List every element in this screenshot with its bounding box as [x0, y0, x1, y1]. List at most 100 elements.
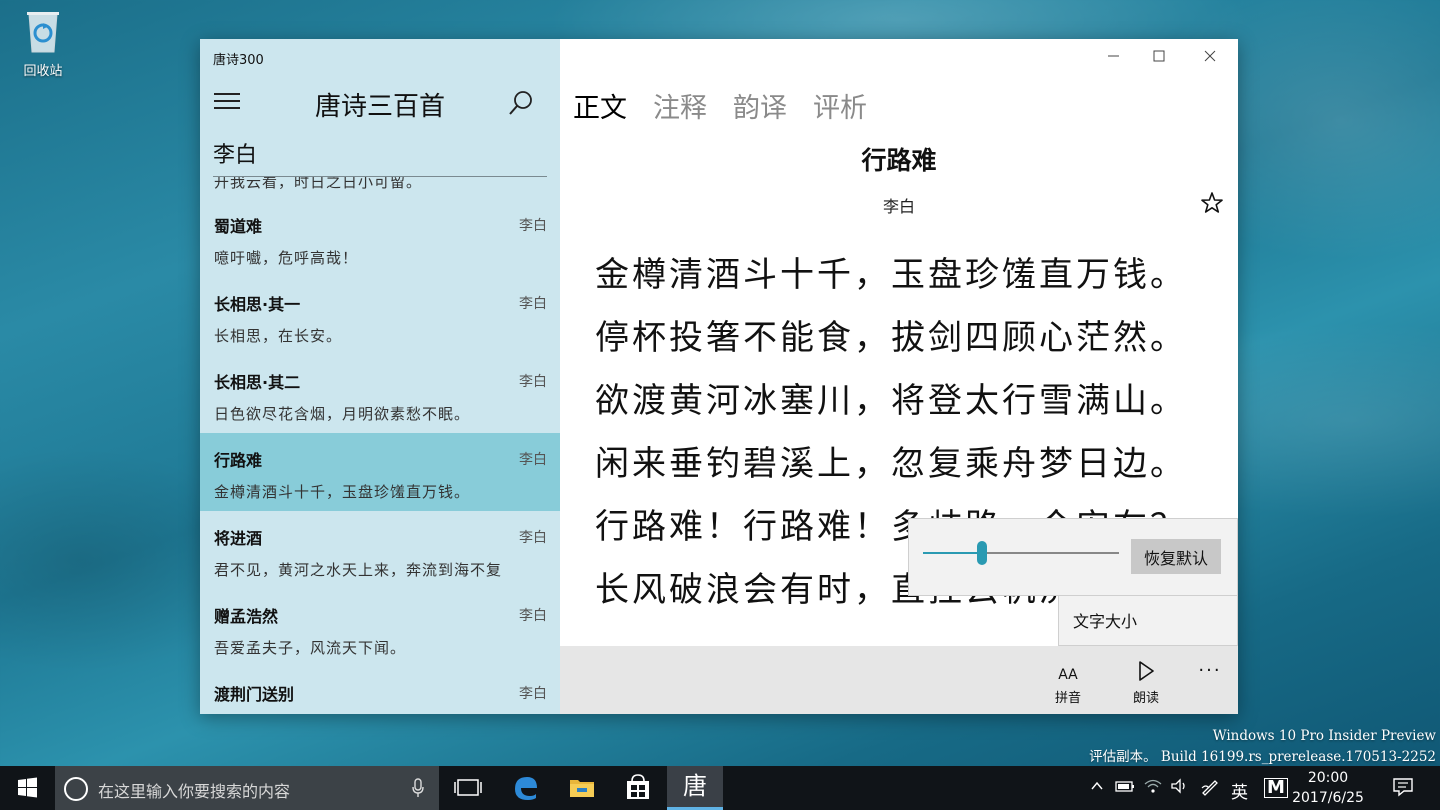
sidebar-heading: 唐诗三百首: [314, 92, 445, 122]
poem-list-author: 李白: [519, 686, 547, 702]
poem-list-title: 蜀道难: [214, 217, 263, 236]
cortana-icon: [64, 777, 88, 801]
list-peek-text: 开我云看，时日之日小可留。: [214, 177, 423, 191]
reset-default-button[interactable]: 恢复默认: [1131, 539, 1221, 574]
font-size-slider-fill: [923, 552, 982, 554]
read-aloud-label: 朗读: [1132, 691, 1159, 706]
poem-list-first-line: 噫吁嚱，危呼高哉！: [214, 249, 359, 267]
content-pane: 正文 注释 韵译 评析 行路难 李白 金樽清酒斗十千，玉盘珍馐直万钱。 停杯投箸…: [560, 39, 1238, 714]
os-watermark: Windows 10 Pro Insider Preview 评估副本。 Bui…: [1089, 726, 1436, 768]
poem-line: 停杯投箸不能食，拔剑四顾心茫然。: [595, 318, 1187, 358]
tab-analysis[interactable]: 评析: [813, 86, 867, 125]
poem-list-first-line: 君不见，黄河之水天上来，奔流到海不复: [214, 561, 503, 579]
poem-list: 蜀道难 李白 噫吁嚱，危呼高哉！ 长相思·其一 李白 长相思，在长安。 长相思·其二 李白 日色…: [200, 199, 560, 714]
pen-workspace-icon[interactable]: [1200, 778, 1220, 800]
show-hidden-icons-button[interactable]: [1090, 778, 1104, 798]
poem-list-first-line: 长相思，在长安。: [214, 327, 343, 345]
font-size-aa-icon: AA: [1058, 667, 1078, 683]
poem-list-author: 李白: [519, 218, 547, 234]
poem-list-item[interactable]: 将进酒 李白 君不见，黄河之水天上来，奔流到海不复: [200, 511, 560, 589]
ime-mode-indicator[interactable]: 英: [1231, 778, 1248, 803]
content-tabs: 正文 注释 韵译 评析: [573, 86, 867, 125]
text-size-menu-item[interactable]: 文字大小: [1058, 596, 1238, 646]
poem-list-title: 渡荆门送别: [214, 685, 295, 704]
tab-text[interactable]: 正文: [573, 86, 627, 125]
recycle-bin-label: 回收站: [23, 64, 63, 79]
windows-logo-icon: [18, 777, 37, 798]
taskbar: 在这里输入你要搜索的内容 唐 英 M 20:00 2017/6/25: [0, 766, 1440, 810]
store-icon: [627, 774, 649, 799]
minimize-button[interactable]: [1095, 47, 1131, 65]
poem-author: 李白: [882, 197, 915, 216]
volume-icon[interactable]: [1170, 778, 1190, 798]
poem-line: 闲来垂钓碧溪上，忽复乘舟梦日边。: [595, 444, 1187, 484]
pinyin-label: 拼音: [1054, 691, 1081, 706]
poem-list-author: 李白: [519, 530, 547, 546]
poem-list-first-line: 吾爱孟夫子，风流天下闻。: [214, 639, 407, 657]
action-center-icon[interactable]: [1392, 777, 1414, 801]
app-window: 唐诗300 唐诗三百首 李白 开我云看，时日之日小可留。 蜀道难 李白 噫吁嚱，危呼…: [200, 39, 1238, 714]
tangshi-app-icon: 唐: [683, 772, 707, 800]
poet-filter-label[interactable]: 李白: [213, 137, 257, 169]
poem-list-title: 长相思·其一: [214, 295, 301, 314]
taskbar-clock[interactable]: 20:00 2017/6/25: [1290, 768, 1366, 808]
battery-icon[interactable]: [1114, 778, 1136, 798]
app-title: 唐诗300: [213, 53, 264, 68]
pinyin-button[interactable]: AA 拼音: [1038, 660, 1098, 706]
poem-list-item[interactable]: 长相思·其一 李白长相思，在长安。: [200, 277, 560, 355]
taskbar-store-button[interactable]: [610, 766, 666, 810]
watermark-line-1: Windows 10 Pro Insider Preview: [1212, 728, 1436, 744]
poem-list-item[interactable]: 渡荆门送别 李白: [200, 667, 560, 714]
maximize-button[interactable]: [1141, 47, 1177, 65]
sidebar-pane: 唐诗300 唐诗三百首 李白 开我云看，时日之日小可留。 蜀道难 李白 噫吁嚱，危呼…: [200, 39, 560, 714]
tab-translation[interactable]: 韵译: [733, 86, 787, 125]
command-bar: AA 拼音 朗读 ···: [560, 646, 1238, 714]
poem-list-first-line: 金樽清酒斗十千，玉盘珍馐直万钱。: [214, 483, 471, 501]
font-size-flyout: 恢复默认: [908, 518, 1238, 596]
more-options-button[interactable]: ···: [1190, 660, 1230, 681]
taskbar-search-box[interactable]: 在这里输入你要搜索的内容: [55, 766, 439, 810]
taskbar-edge-button[interactable]: [498, 766, 554, 810]
recycle-bin-icon: [23, 6, 63, 54]
task-view-button[interactable]: [440, 766, 496, 810]
poem-list-title: 将进酒: [214, 529, 263, 548]
ime-extra-indicator[interactable]: M: [1264, 778, 1288, 798]
chevron-up-icon: [1091, 781, 1103, 790]
microphone-icon[interactable]: [411, 778, 425, 798]
poem-list-item[interactable]: 行路难 李白金樽清酒斗十千，玉盘珍馐直万钱。: [200, 433, 560, 511]
taskbar-file-explorer-button[interactable]: [554, 766, 610, 810]
poem-list-first-line: 日色欲尽花含烟，月明欲素愁不眠。: [214, 405, 471, 423]
poem-list-title: 长相思·其二: [214, 373, 301, 392]
font-size-slider-thumb[interactable]: [976, 541, 987, 565]
poem-title: 行路难: [861, 146, 937, 175]
poem-line: 欲渡黄河冰塞川，将登太行雪满山。: [595, 381, 1187, 421]
recycle-bin-shortcut[interactable]: 回收站: [14, 6, 72, 79]
poem-list-author: 李白: [519, 608, 547, 624]
poem-list-item[interactable]: 蜀道难 李白噫吁嚱，危呼高哉！: [200, 199, 560, 277]
read-aloud-button[interactable]: 朗读: [1116, 660, 1176, 706]
poem-list-author: 李白: [519, 452, 547, 468]
poem-list-item[interactable]: 赠孟浩然 李白吾爱孟夫子，风流天下闻。: [200, 589, 560, 667]
poem-list-item[interactable]: 长相思·其二 李白日色欲尽花含烟，月明欲素愁不眠。: [200, 355, 560, 433]
poem-list-viewport[interactable]: 开我云看，时日之日小可留。 蜀道难 李白 噫吁嚱，危呼高哉！ 长相思·其一 李白 长相思，…: [200, 177, 560, 714]
play-icon: [1116, 660, 1176, 684]
poem-list-title: 赠孟浩然: [214, 607, 279, 626]
poem-line: 金樽清酒斗十千，玉盘珍馐直万钱。: [595, 255, 1187, 295]
favorite-star-icon[interactable]: [1200, 191, 1224, 215]
hamburger-menu-icon[interactable]: [214, 93, 240, 113]
poem-list-title: 行路难: [214, 451, 263, 470]
taskbar-search-placeholder: 在这里输入你要搜索的内容: [98, 782, 291, 801]
tab-notes[interactable]: 注释: [653, 86, 707, 125]
network-icon[interactable]: [1143, 778, 1163, 798]
task-view-icon: [454, 779, 482, 796]
close-button[interactable]: [1192, 47, 1228, 65]
start-button[interactable]: [0, 766, 55, 810]
edge-icon: [515, 777, 537, 800]
poem-list-author: 李白: [519, 374, 547, 390]
clock-date: 2017/6/25: [1292, 790, 1364, 806]
clock-time: 20:00: [1307, 770, 1349, 786]
taskbar-tangshi-app-button[interactable]: 唐: [667, 766, 723, 810]
search-icon[interactable]: [506, 89, 536, 119]
watermark-line-2: 评估副本。 Build 16199.rs_prerelease.170513-2…: [1089, 749, 1436, 765]
poem-list-author: 李白: [519, 296, 547, 312]
